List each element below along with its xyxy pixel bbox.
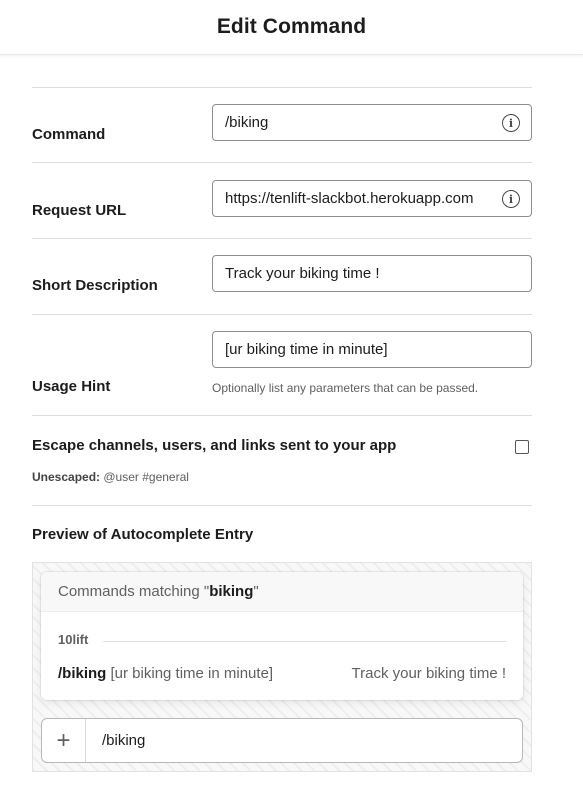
info-icon[interactable]: i	[502, 190, 520, 208]
divider	[32, 238, 532, 239]
short-description-label: Short Description	[32, 277, 158, 294]
composer-text: /biking	[102, 732, 146, 749]
autocomplete-command-hint: [ur biking time in minute]	[106, 665, 274, 682]
request-url-input[interactable]	[213, 181, 531, 216]
autocomplete-header: Commands matching " biking "	[41, 572, 523, 612]
request-url-label: Request URL	[32, 202, 127, 219]
autocomplete-command[interactable]: /biking [ur biking time in minute]	[58, 665, 273, 682]
command-input[interactable]	[213, 105, 531, 140]
command-field[interactable]: i	[212, 104, 532, 141]
page-title: Edit Command	[216, 15, 367, 38]
autocomplete-app-divider	[103, 641, 506, 642]
short-description-input[interactable]	[213, 256, 531, 291]
unescaped-example: Unescaped: @user #general	[32, 470, 189, 484]
autocomplete-header-suffix: "	[253, 583, 259, 600]
divider	[32, 505, 532, 506]
usage-hint-help: Optionally list any parameters that can …	[212, 381, 479, 395]
unescaped-label: Unescaped:	[32, 470, 101, 484]
short-description-field[interactable]	[212, 255, 532, 292]
message-composer[interactable]: + /biking	[41, 718, 523, 763]
autocomplete-query: biking	[209, 583, 254, 600]
autocomplete-app-name: 10lift	[58, 632, 89, 647]
request-url-field[interactable]: i	[212, 180, 532, 217]
divider	[32, 87, 532, 88]
autocomplete-header-prefix: Commands matching "	[58, 583, 210, 600]
info-icon[interactable]: i	[502, 114, 520, 132]
usage-hint-input[interactable]	[213, 332, 531, 367]
autocomplete-card: Commands matching " biking " 10lift /bikin…	[41, 572, 523, 700]
autocomplete-command-name: /biking	[58, 665, 107, 682]
dialog-header: Edit Command	[0, 0, 583, 55]
escape-checkbox[interactable]	[515, 440, 529, 454]
usage-hint-field[interactable]	[212, 331, 532, 368]
command-label: Command	[32, 126, 106, 143]
divider	[32, 162, 532, 163]
unescaped-value: @user #general	[100, 470, 189, 484]
divider	[32, 415, 532, 416]
autocomplete-description: Track your biking time !	[351, 665, 507, 682]
plus-icon[interactable]: +	[42, 719, 86, 762]
divider	[32, 314, 532, 315]
escape-label: Escape channels, users, and links sent t…	[32, 437, 397, 454]
preview-title: Preview of Autocomplete Entry	[32, 526, 254, 543]
usage-hint-label: Usage Hint	[32, 378, 111, 395]
